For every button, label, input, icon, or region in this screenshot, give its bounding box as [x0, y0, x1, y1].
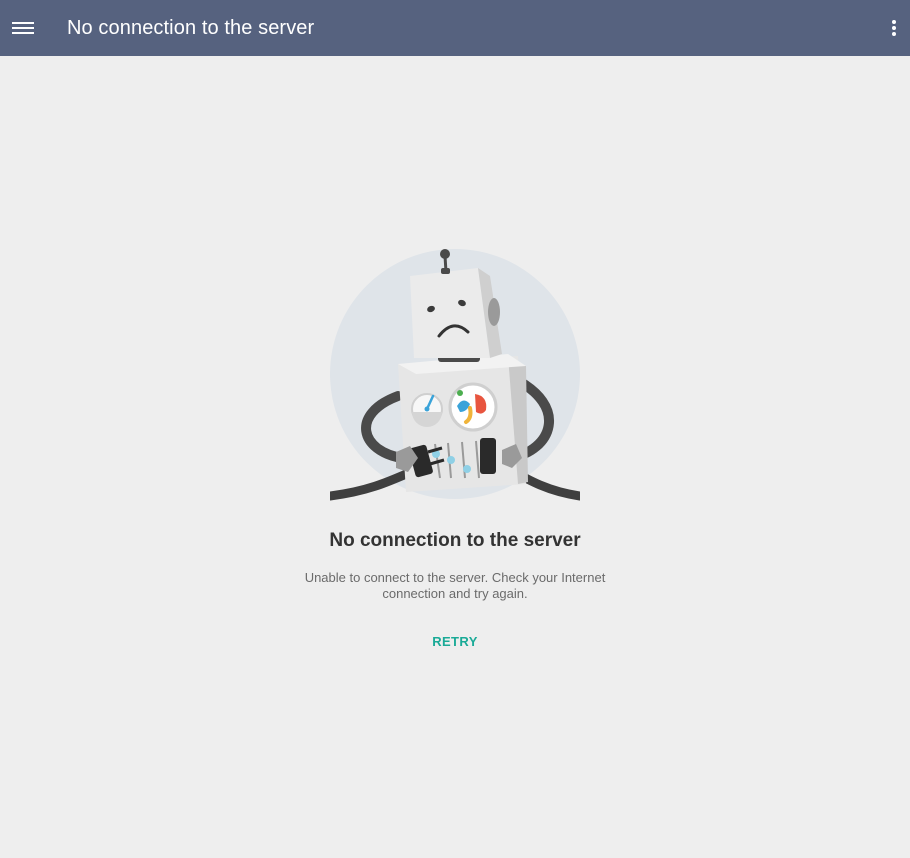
error-message: Unable to connect to the server. Check y…: [304, 570, 606, 601]
more-options-button[interactable]: [886, 16, 902, 40]
disconnected-robot-illustration: [330, 249, 580, 501]
hamburger-menu-button[interactable]: [11, 16, 35, 40]
error-heading: No connection to the server: [329, 530, 581, 551]
hamburger-menu-icon: [12, 22, 34, 34]
app-bar: No connection to the server: [0, 0, 910, 56]
page-title: No connection to the server: [67, 16, 315, 39]
main-content: No connection to the server Unable to co…: [0, 56, 910, 858]
retry-button[interactable]: RETRY: [405, 630, 505, 654]
more-vert-icon: [892, 20, 896, 36]
